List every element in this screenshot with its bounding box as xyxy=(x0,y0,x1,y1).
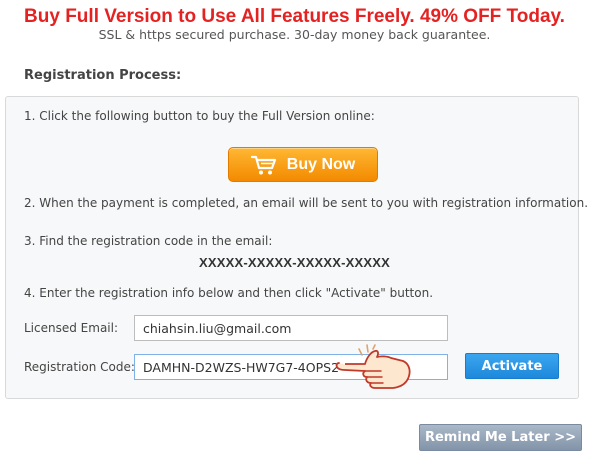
registration-code-mask: XXXXX-XXXXX-XXXXX-XXXXX xyxy=(198,255,390,270)
promo-title: Buy Full Version to Use All Features Fre… xyxy=(24,6,565,27)
section-title: Registration Process: xyxy=(24,68,182,83)
registration-code-field[interactable] xyxy=(134,354,448,380)
step-1-text: 1. Click the following button to buy the… xyxy=(24,109,375,123)
activate-button[interactable]: Activate xyxy=(465,353,559,379)
email-label: Licensed Email: xyxy=(24,321,119,335)
step-3-text: 3. Find the registration code in the ema… xyxy=(24,234,273,248)
step-4-text: 4. Enter the registration info below and… xyxy=(24,286,434,300)
registration-code-label: Registration Code: xyxy=(24,360,135,374)
promo-subtitle: SSL & https secured purchase. 30-day mon… xyxy=(98,27,491,42)
step-2-text: 2. When the payment is completed, an ema… xyxy=(24,196,589,210)
shopping-cart-icon xyxy=(250,154,277,176)
remind-me-later-button[interactable]: Remind Me Later >> xyxy=(419,424,582,451)
buy-now-label: Buy Now xyxy=(286,155,356,173)
email-field[interactable] xyxy=(134,315,448,341)
buy-now-button[interactable]: Buy Now xyxy=(228,147,378,182)
